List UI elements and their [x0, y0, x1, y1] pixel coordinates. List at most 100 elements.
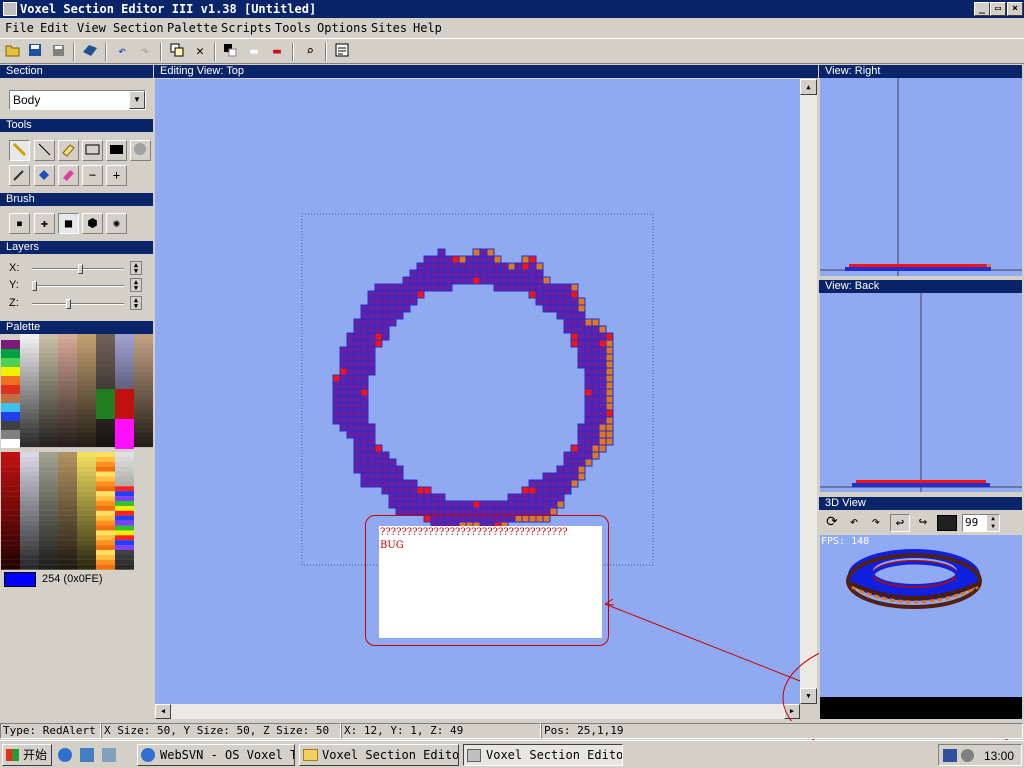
voxel[interactable] — [584, 381, 593, 390]
voxel[interactable] — [598, 367, 607, 376]
palette-swatch[interactable] — [77, 409, 96, 415]
voxel[interactable] — [332, 374, 341, 383]
zoom-arrows[interactable]: ▲ ▼ — [987, 515, 999, 531]
voxel[interactable] — [605, 409, 614, 418]
palette-swatch[interactable] — [58, 362, 77, 368]
palette-swatch[interactable] — [96, 491, 115, 497]
voxel[interactable] — [507, 507, 516, 516]
voxel[interactable] — [605, 346, 614, 355]
voxel[interactable] — [591, 395, 600, 404]
palette-swatch[interactable] — [115, 471, 134, 477]
voxel[interactable] — [514, 262, 523, 271]
palette-swatch[interactable] — [20, 501, 39, 506]
voxel[interactable] — [423, 269, 432, 278]
voxel[interactable] — [339, 416, 348, 425]
voxel[interactable] — [367, 318, 376, 327]
palette-swatch[interactable] — [39, 362, 58, 368]
voxel[interactable] — [332, 402, 341, 411]
palette-swatch[interactable] — [20, 559, 39, 565]
palette-swatch[interactable] — [115, 338, 134, 344]
palette-swatch[interactable] — [58, 535, 77, 541]
voxel[interactable] — [465, 500, 474, 509]
palette-swatch[interactable] — [77, 496, 96, 502]
zoom-icon[interactable]: ⌕ — [300, 42, 320, 62]
palette-swatch[interactable] — [134, 442, 153, 448]
palette-swatch[interactable] — [115, 419, 134, 449]
voxel[interactable] — [416, 290, 425, 299]
voxel[interactable] — [444, 283, 453, 292]
voxel[interactable] — [507, 493, 516, 502]
redo-icon[interactable]: ↷ — [135, 42, 155, 62]
palette-swatch[interactable] — [58, 461, 77, 467]
voxel[interactable] — [388, 318, 397, 327]
voxel[interactable] — [360, 430, 369, 439]
palette-swatch[interactable] — [96, 535, 115, 541]
palette-swatch[interactable] — [77, 362, 96, 368]
voxel[interactable] — [584, 416, 593, 425]
palette-swatch[interactable] — [115, 376, 134, 382]
voxel[interactable] — [395, 297, 404, 306]
palette-swatch[interactable] — [96, 525, 115, 531]
palette-swatch[interactable] — [1, 476, 20, 482]
palette-swatch[interactable] — [96, 501, 115, 506]
palette-swatch[interactable] — [115, 357, 134, 363]
voxel[interactable] — [367, 325, 376, 334]
voxel[interactable] — [367, 353, 376, 362]
voxel[interactable] — [374, 444, 383, 453]
palette-swatch[interactable] — [1, 545, 20, 551]
palette-swatch[interactable] — [134, 432, 153, 438]
palette-swatch[interactable] — [20, 343, 39, 349]
voxel[interactable] — [367, 360, 376, 369]
rotate-right-icon[interactable]: ↷ — [866, 514, 886, 532]
voxel[interactable] — [409, 500, 418, 509]
voxel[interactable] — [353, 416, 362, 425]
palette-swatch[interactable] — [58, 515, 77, 521]
palette-swatch[interactable] — [20, 535, 39, 541]
palette-swatch[interactable] — [58, 423, 77, 429]
voxel[interactable] — [549, 486, 558, 495]
voxel[interactable] — [570, 479, 579, 488]
layer-z-thumb[interactable] — [66, 299, 71, 309]
palette-swatch[interactable] — [77, 530, 96, 536]
palette-swatch[interactable] — [77, 338, 96, 344]
voxel[interactable] — [409, 290, 418, 299]
palette-swatch[interactable] — [77, 535, 96, 541]
voxel[interactable] — [486, 248, 495, 257]
voxel[interactable] — [423, 486, 432, 495]
palette-swatch[interactable] — [58, 530, 77, 536]
voxel[interactable] — [577, 311, 586, 320]
palette-swatch[interactable] — [1, 471, 20, 477]
voxel[interactable] — [584, 318, 593, 327]
voxel[interactable] — [430, 283, 439, 292]
voxel[interactable] — [542, 486, 551, 495]
voxel[interactable] — [353, 381, 362, 390]
voxel[interactable] — [381, 332, 390, 341]
voxel[interactable] — [563, 283, 572, 292]
palette-swatch[interactable] — [58, 437, 77, 443]
rotate-icon[interactable]: ⟳ — [822, 514, 842, 532]
voxel[interactable] — [381, 311, 390, 320]
voxel[interactable] — [353, 451, 362, 460]
palette-swatch[interactable] — [115, 366, 134, 372]
voxel[interactable] — [535, 290, 544, 299]
voxel[interactable] — [584, 423, 593, 432]
layer-z-slider[interactable] — [32, 299, 124, 309]
palette-swatch[interactable] — [96, 554, 115, 560]
voxel[interactable] — [430, 269, 439, 278]
voxel[interactable] — [584, 451, 593, 460]
palette-swatch[interactable] — [77, 437, 96, 443]
palette-swatch[interactable] — [77, 381, 96, 386]
palette-swatch[interactable] — [58, 348, 77, 354]
spray-tool[interactable] — [130, 140, 151, 161]
voxel[interactable] — [570, 332, 579, 341]
voxel[interactable] — [563, 451, 572, 460]
voxel[interactable] — [416, 507, 425, 516]
voxel[interactable] — [353, 332, 362, 341]
palette-swatch[interactable] — [77, 399, 96, 405]
palette-swatch[interactable] — [58, 404, 77, 410]
voxel[interactable] — [402, 290, 411, 299]
palette-swatch[interactable] — [20, 371, 39, 377]
voxel[interactable] — [402, 507, 411, 516]
menu-help[interactable]: Help — [413, 21, 442, 35]
palette-swatch[interactable] — [134, 357, 153, 363]
